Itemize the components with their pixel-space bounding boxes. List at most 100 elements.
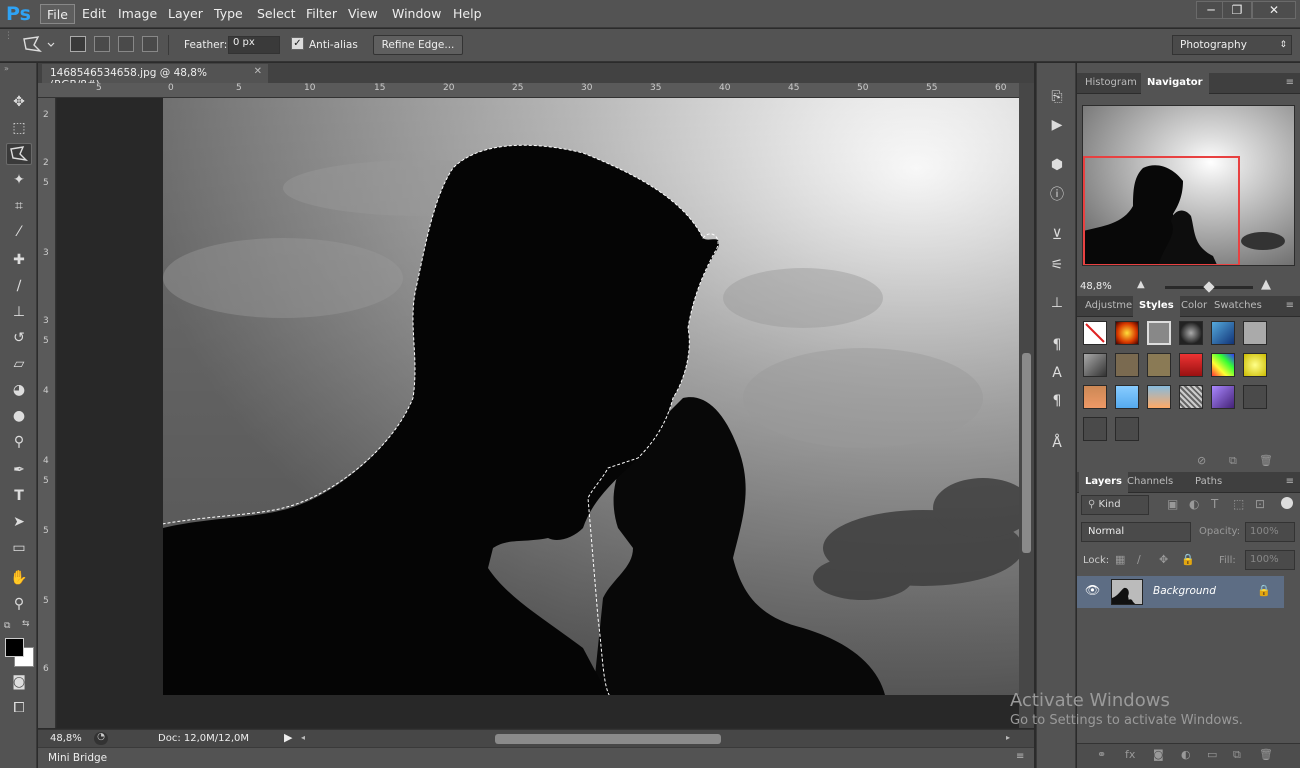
info-panel-icon[interactable]: ⓘ	[1047, 185, 1067, 205]
zoom-out-icon[interactable]: ▲	[1137, 279, 1145, 290]
paragraph-styles-icon[interactable]: ¶	[1047, 335, 1067, 355]
status-menu-arrow-icon[interactable]: ▶	[284, 731, 292, 744]
add-selection-mode[interactable]	[94, 36, 110, 52]
magic-wand-tool-icon[interactable]: ✦	[6, 169, 32, 191]
menu-image[interactable]: Image	[112, 4, 163, 24]
new-style-icon[interactable]: ⧉	[1229, 454, 1237, 468]
foreground-color-swatch[interactable]	[5, 638, 24, 657]
mini-bridge-tab[interactable]: Mini Bridge	[48, 752, 107, 764]
add-mask-icon[interactable]: ◙	[1153, 748, 1164, 761]
style-swatch[interactable]	[1243, 321, 1267, 345]
vertical-scrollbar[interactable]	[1019, 83, 1034, 728]
style-swatch[interactable]	[1179, 385, 1203, 409]
marquee-tool-icon[interactable]: ⬚	[6, 117, 32, 139]
close-tab-icon[interactable]: ✕	[254, 66, 262, 77]
menu-edit[interactable]: Edit	[76, 4, 112, 24]
scroll-left-icon[interactable]: ◂	[301, 733, 305, 742]
panel-menu-icon[interactable]: ≡	[1016, 751, 1024, 762]
photo-canvas[interactable]	[163, 98, 1019, 695]
history-panel-icon[interactable]: ⎘	[1047, 87, 1067, 107]
canvas-pasteboard[interactable]	[57, 98, 1019, 728]
swap-colors-icon[interactable]: ⇆	[22, 619, 30, 629]
trash-icon[interactable]: 🗑	[1259, 454, 1273, 467]
style-swatch[interactable]	[1243, 385, 1267, 409]
tab-channels[interactable]: Channels	[1121, 472, 1179, 493]
subtract-selection-mode[interactable]	[118, 36, 134, 52]
dodge-tool-icon[interactable]: ⚲	[6, 431, 32, 453]
blur-tool-icon[interactable]: ●	[6, 405, 32, 427]
filter-smart-object-icon[interactable]: ⊡	[1255, 497, 1265, 511]
scroll-right-icon[interactable]: ▸	[1006, 733, 1010, 742]
style-swatch[interactable]	[1179, 353, 1203, 377]
3d-panel-icon[interactable]: ⬢	[1047, 155, 1067, 175]
style-swatch[interactable]	[1147, 353, 1171, 377]
filter-adjustment-icon[interactable]: ◐	[1189, 497, 1199, 511]
clone-stamp-tool-icon[interactable]: ⊥	[6, 301, 32, 323]
panel-menu-icon[interactable]: ≡	[1286, 300, 1294, 311]
style-swatch[interactable]	[1147, 385, 1171, 409]
history-brush-tool-icon[interactable]: ↺	[6, 327, 32, 349]
actions-panel-icon[interactable]: ▶	[1047, 115, 1067, 135]
feather-input[interactable]: 0 px	[228, 36, 280, 54]
layer-style-icon[interactable]: fx	[1125, 748, 1135, 761]
filter-pixel-icon[interactable]: ▣	[1167, 497, 1178, 511]
style-swatch[interactable]	[1115, 321, 1139, 345]
menu-filter[interactable]: Filter	[300, 4, 343, 24]
lasso-preset-picker[interactable]	[20, 33, 56, 57]
style-swatch[interactable]	[1211, 353, 1235, 377]
lasso-tool-icon[interactable]	[6, 143, 32, 165]
style-swatch[interactable]	[1115, 385, 1139, 409]
navigator-zoom-value[interactable]: 48,8%	[1080, 281, 1112, 292]
style-swatch[interactable]	[1179, 321, 1203, 345]
layer-row-background[interactable]: 👁 Background 🔒	[1077, 576, 1284, 608]
eyedropper-tool-icon[interactable]: ⁄	[6, 221, 32, 243]
new-layer-icon[interactable]: ⧉	[1233, 748, 1241, 762]
healing-brush-tool-icon[interactable]: ✚	[6, 249, 32, 271]
style-swatch[interactable]	[1211, 321, 1235, 345]
menu-window[interactable]: Window	[386, 4, 447, 24]
style-swatch[interactable]	[1083, 385, 1107, 409]
style-swatch[interactable]	[1115, 353, 1139, 377]
workspace-select[interactable]: Photography ⇕	[1172, 35, 1292, 55]
new-group-icon[interactable]: ▭	[1207, 748, 1217, 761]
restore-button[interactable]: ❐	[1222, 1, 1252, 19]
tab-navigator[interactable]: Navigator	[1141, 73, 1209, 94]
style-swatch[interactable]	[1211, 385, 1235, 409]
delete-style-icon[interactable]: ⊘	[1197, 454, 1206, 467]
filter-shape-icon[interactable]: ⬚	[1233, 497, 1244, 511]
quick-mask-icon[interactable]: ◙	[6, 671, 32, 693]
adjustments-icon[interactable]: ⚟	[1047, 255, 1067, 275]
opacity-input[interactable]: 100%	[1245, 522, 1295, 542]
menu-type[interactable]: Type	[208, 4, 249, 24]
glyphs-panel-icon[interactable]: Å	[1047, 433, 1067, 453]
navigator-view-box[interactable]	[1083, 156, 1240, 265]
filter-toggle[interactable]	[1281, 497, 1293, 509]
tab-histogram[interactable]: Histogram	[1079, 73, 1143, 94]
zoom-slider-handle[interactable]	[1203, 281, 1215, 293]
path-selection-tool-icon[interactable]: ➤	[6, 511, 32, 533]
style-swatch[interactable]	[1243, 353, 1267, 377]
navigator-preview[interactable]	[1082, 105, 1295, 266]
filter-type-icon[interactable]: T	[1211, 497, 1218, 511]
lock-position-icon[interactable]: ✥	[1159, 553, 1168, 566]
eraser-tool-icon[interactable]: ▱	[6, 353, 32, 375]
vertical-scroll-thumb[interactable]	[1022, 353, 1031, 553]
style-swatch[interactable]	[1115, 417, 1139, 441]
antialias-checkbox[interactable]: ✓	[291, 37, 304, 50]
menu-view[interactable]: View	[342, 4, 384, 24]
move-tool-icon[interactable]: ✥	[6, 91, 32, 113]
refine-edge-button[interactable]: Refine Edge...	[373, 35, 463, 55]
close-button[interactable]: ✕	[1252, 1, 1296, 19]
tab-swatches[interactable]: Swatches	[1208, 296, 1268, 317]
default-colors-icon[interactable]: ⧉	[4, 621, 10, 631]
lock-image-icon[interactable]: ∕	[1137, 553, 1141, 566]
tab-styles[interactable]: Styles	[1133, 296, 1180, 317]
paint-bucket-tool-icon[interactable]: ◕	[6, 379, 32, 401]
style-swatch[interactable]	[1083, 417, 1107, 441]
menu-help[interactable]: Help	[447, 4, 488, 24]
horizontal-scroll-thumb[interactable]	[495, 734, 721, 744]
kind-filter-select[interactable]: ⚲ Kind	[1081, 495, 1149, 515]
adjustment-layer-icon[interactable]: ◐	[1181, 748, 1191, 761]
clone-source-icon[interactable]: ⊥	[1047, 293, 1067, 313]
tab-paths[interactable]: Paths	[1189, 472, 1228, 493]
